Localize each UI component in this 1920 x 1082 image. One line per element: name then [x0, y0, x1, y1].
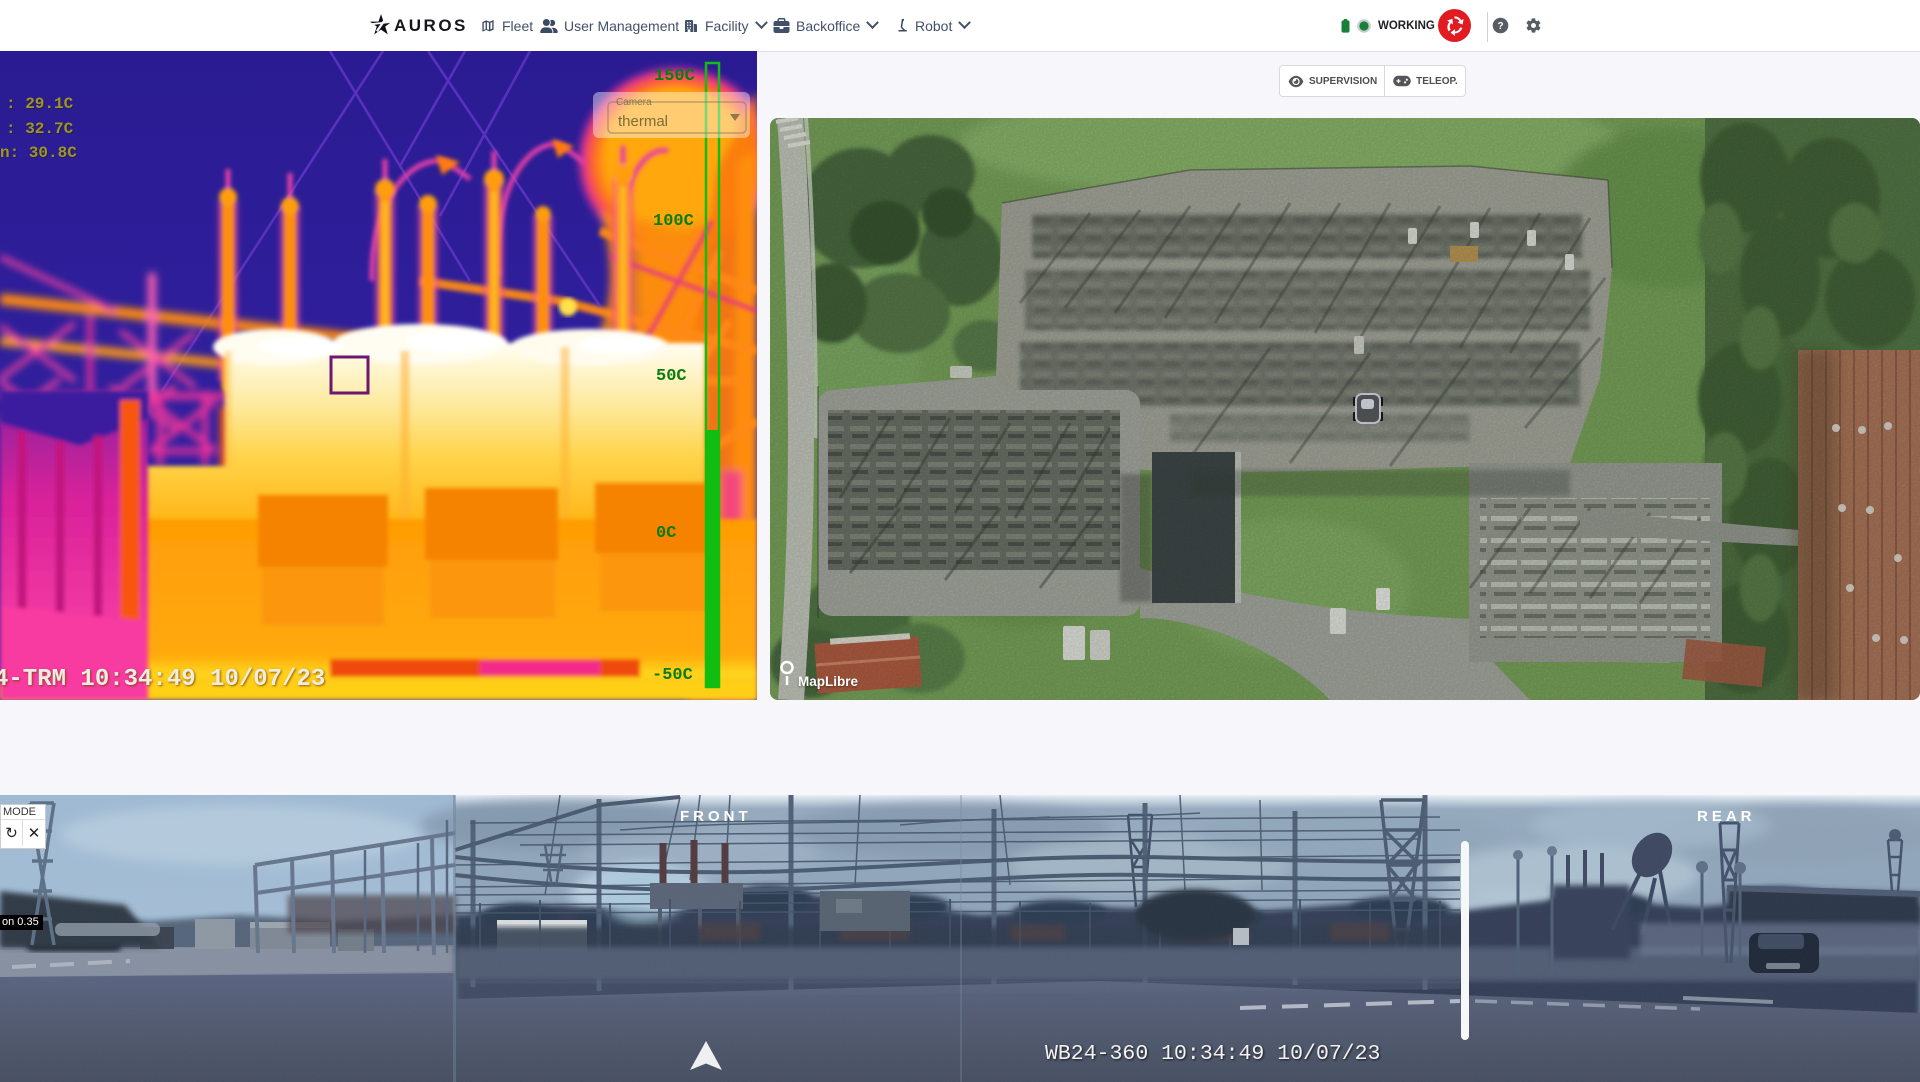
svg-text:n: 30.8C: n: 30.8C: [0, 144, 77, 162]
svg-text:0C: 0C: [656, 524, 676, 543]
svg-text:?: ?: [1497, 21, 1503, 32]
svg-text:100C: 100C: [653, 212, 694, 231]
svg-text:: 29.1C: : 29.1C: [6, 95, 74, 113]
svg-text:-50C: -50C: [652, 666, 693, 685]
svg-text:Camera: Camera: [616, 97, 652, 108]
svg-text:50C: 50C: [656, 367, 687, 386]
svg-text:MapLibre: MapLibre: [798, 674, 858, 689]
svg-text:thermal: thermal: [618, 113, 668, 130]
svg-text:4-TRM 10:34:49 10/07/23: 4-TRM 10:34:49 10/07/23: [0, 666, 325, 693]
svg-text:150C: 150C: [654, 67, 695, 86]
svg-text:: 32.7C: : 32.7C: [6, 120, 74, 138]
